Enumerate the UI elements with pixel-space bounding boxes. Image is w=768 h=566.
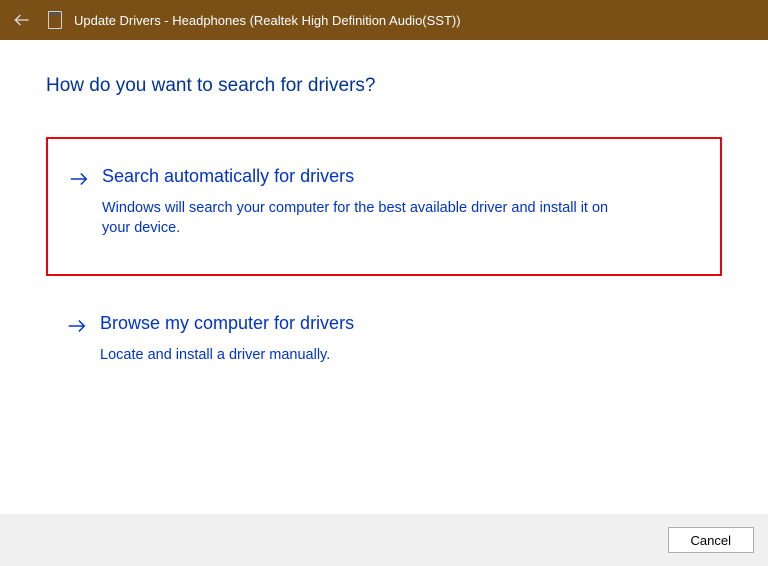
arrow-left-icon (12, 10, 32, 30)
arrow-right-icon (68, 168, 90, 195)
device-icon (48, 11, 62, 29)
page-heading: How do you want to search for drivers? (46, 75, 722, 97)
back-button[interactable] (8, 6, 36, 34)
option-title: Search automatically for drivers (102, 165, 354, 188)
cancel-button[interactable]: Cancel (668, 527, 754, 553)
option-search-automatically[interactable]: Search automatically for drivers Windows… (46, 137, 722, 276)
option-browse-computer[interactable]: Browse my computer for drivers Locate an… (46, 294, 722, 390)
window-title: Update Drivers - Headphones (Realtek Hig… (74, 13, 461, 28)
option-description: Locate and install a driver manually. (100, 346, 620, 366)
titlebar: Update Drivers - Headphones (Realtek Hig… (0, 0, 768, 40)
arrow-right-icon (66, 315, 88, 342)
option-description: Windows will search your computer for th… (102, 199, 622, 238)
footer: Cancel (0, 514, 768, 566)
option-title: Browse my computer for drivers (100, 312, 354, 335)
content-area: How do you want to search for drivers? S… (0, 40, 768, 390)
